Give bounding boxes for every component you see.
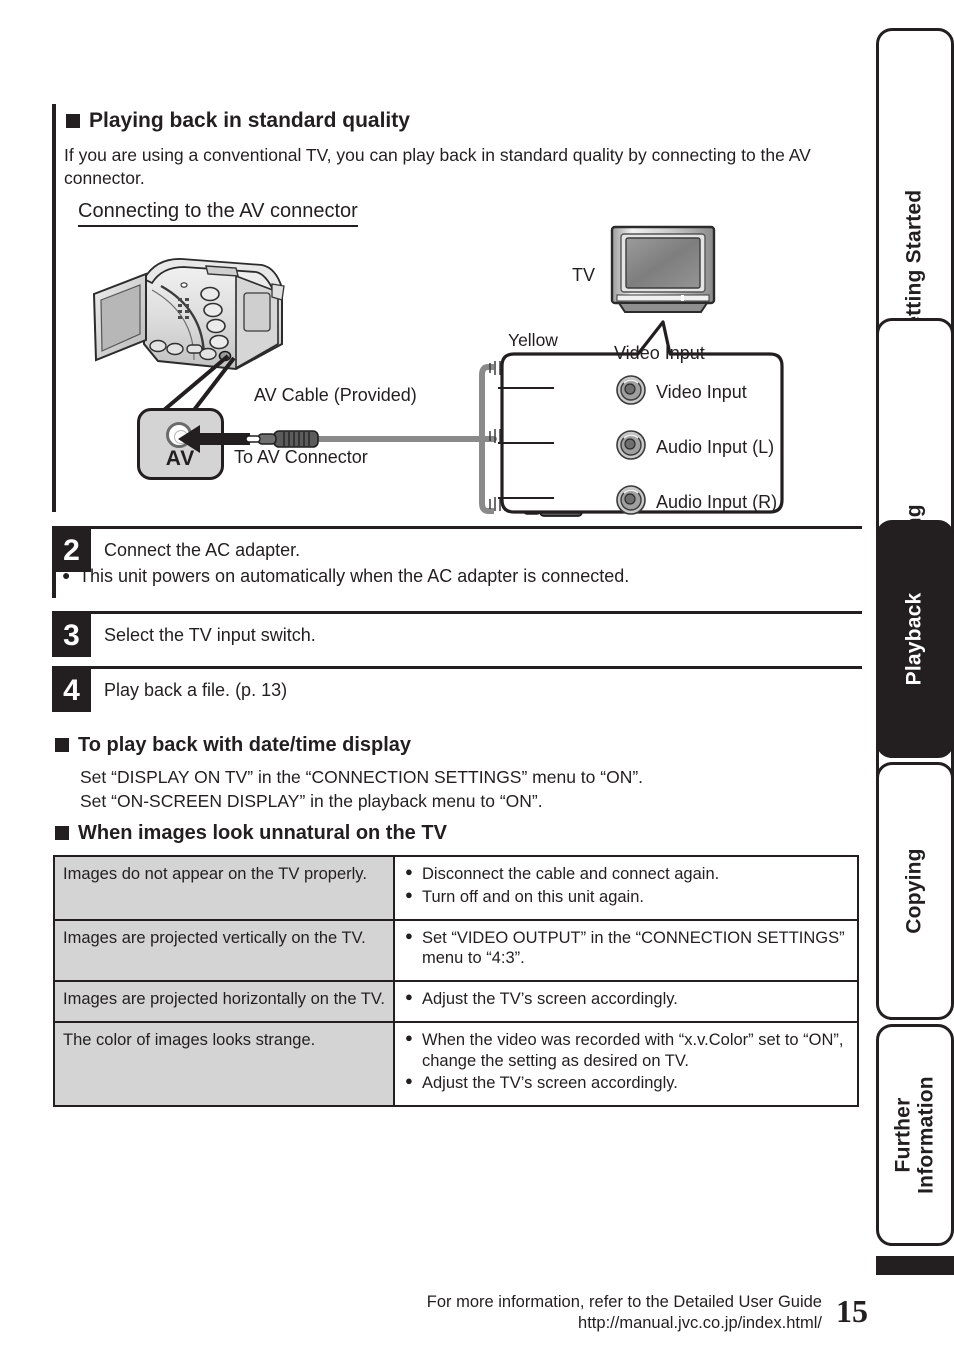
remedy-item: ● Turn off and on this unit again. [403,887,849,908]
jack-icon-video [616,375,646,405]
step-text: Play back a file. (p. 13) [104,680,288,700]
unnatural-heading-text: When images look unnatural on the TV [78,822,447,844]
table-row: Images are projected horizontally on the… [53,980,859,1023]
jack-icon-audio-r [616,485,646,515]
section-vertical-rule [52,104,56,512]
remedy-text: Disconnect the cable and connect again. [422,865,720,883]
rail-bottom-bar [876,1256,954,1275]
square-bullet-icon [66,114,80,128]
tab-label: Copying [902,848,926,934]
remedy-text: Turn off and on this unit again. [422,887,644,906]
symptom-cell: Images are projected vertically on the T… [53,918,395,983]
remedy-item: ● Set “VIDEO OUTPUT” in the “CONNECTION S… [403,928,849,970]
bullet-icon: ● [62,567,71,583]
unnatural-heading: When images look unnatural on the TV [55,823,447,843]
section-tab-rail: Getting Started Recording Playback Copyi… [868,0,954,1357]
step-number: 3 [52,614,91,657]
step-note-rule [52,566,56,598]
table-row: Images do not appear on the TV properly.… [53,855,859,921]
tab-further-information[interactable]: Further Information [876,1024,954,1246]
section-heading: Playing back in standard quality [66,110,410,131]
av-connection-diagram: AV AV Cable (Provided) To AV Connector Y… [58,225,858,517]
square-bullet-icon [55,738,69,752]
tv-label: TV [572,265,596,285]
tab-copying[interactable]: Copying [876,762,954,1020]
troubleshooting-table: Images do not appear on the TV properly.… [53,855,859,1108]
jack-label-video: Video Input [656,382,747,402]
bullet-icon: ● [405,864,413,879]
remedy-cell: ● Adjust the TV’s screen accordingly. [393,980,859,1023]
datetime-heading-text: To play back with date/time display [78,734,412,756]
panel-title: Video Input [614,343,705,363]
footer-text: For more information, refer to the Detai… [427,1292,822,1333]
symptom-cell: The color of images looks strange. [53,1020,395,1108]
remedy-cell: ● Set “VIDEO OUTPUT” in the “CONNECTION S… [393,918,859,983]
bullet-icon: ● [405,927,413,943]
step-2-note: ● This unit powers on automatically when … [62,566,852,588]
manual-page: Playing back in standard quality If you … [0,0,954,1357]
tv-illustration [610,225,716,313]
remedy-item: ● When the video was recorded with “x.v.C… [403,1030,849,1072]
footer-line-2: http://manual.jvc.co.jp/index.html/ [578,1313,822,1332]
remedy-text: Adjust the TV’s screen accordingly. [422,990,678,1009]
bullet-icon: ● [405,1029,413,1045]
jack-label-audio-l: Audio Input (L) [656,437,775,457]
tab-label: Playback [902,592,926,686]
mini-plug [245,430,358,448]
datetime-heading: To play back with date/time display [55,735,411,755]
remedy-item: ● Adjust the TV’s screen accordingly. [403,1073,849,1094]
table-row: Images are projected vertically on the T… [53,918,859,983]
remedy-cell: ● When the video was recorded with “x.v.C… [393,1020,859,1108]
datetime-line-1: Set “DISPLAY ON TV” in the “CONNECTION S… [80,767,644,787]
symptom-cell: Images do not appear on the TV properly. [53,855,395,921]
bullet-icon: ● [405,886,413,902]
remedy-item: ● Disconnect the cable and connect again. [403,864,849,885]
section-intro: If you are using a conventional TV, you … [64,145,811,189]
jack-label-audio-r: Audio Input (R) [656,492,778,512]
step-number: 4 [52,669,91,712]
section-subheading: Connecting to the AV connector [78,200,358,227]
page-content: Playing back in standard quality If you … [0,0,868,1357]
step-note-text: This unit powers on automatically when t… [79,566,630,586]
datetime-line-2: Set “ON-SCREEN DISPLAY” in the playback … [80,791,543,811]
jack-icon-audio-l [616,430,646,460]
square-bullet-icon [55,826,69,840]
bullet-icon: ● [405,989,413,1005]
page-footer: For more information, refer to the Detai… [0,1292,868,1333]
remedy-item: ● Adjust the TV’s screen accordingly. [403,989,849,1010]
tab-label: Further Information [891,1076,937,1194]
remedy-text: Adjust the TV’s screen accordingly. [422,1074,678,1093]
bullet-icon: ● [405,1073,413,1089]
remedy-text: When the video was recorded with “x.v.Co… [422,1030,844,1070]
step-text: Select the TV input switch. [104,625,316,645]
section-heading-text: Playing back in standard quality [89,109,410,132]
page-number: 15 [836,1293,868,1330]
tab-playback[interactable]: Playback [876,520,954,758]
table-row: The color of images looks strange. ● When… [53,1020,859,1108]
remedy-text: Set “VIDEO OUTPUT” in the “CONNECTION SE… [422,928,845,968]
footer-line-1: For more information, refer to the Detai… [426,1293,822,1311]
symptom-cell: Images are projected horizontally on the… [53,980,395,1023]
remedy-cell: ● Disconnect the cable and connect again.… [393,855,859,921]
